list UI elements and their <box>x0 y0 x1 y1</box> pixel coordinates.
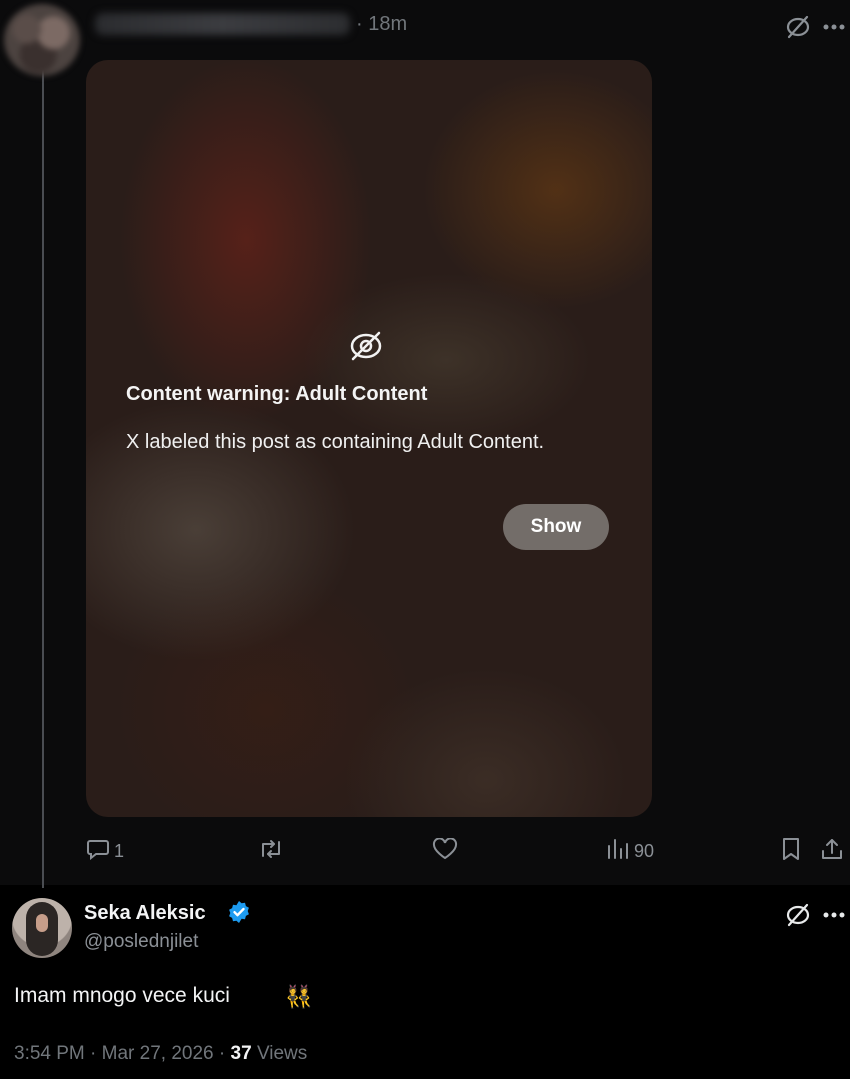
more-icon[interactable] <box>822 15 846 39</box>
dancers-emoji: 👯 <box>285 984 313 1009</box>
like-button[interactable] <box>432 836 458 865</box>
reply-author-name[interactable]: Seka Aleksic <box>84 902 206 925</box>
bookmark-button[interactable] <box>780 837 802 866</box>
reply-author-avatar[interactable] <box>12 898 72 958</box>
author-avatar-blurred[interactable] <box>4 4 80 76</box>
meta-separator: · <box>90 1043 97 1064</box>
share-button[interactable] <box>820 838 844 864</box>
top-post: · 18m Content warning: Adult Content X l… <box>0 0 850 888</box>
views-count: 90 <box>634 840 655 861</box>
retweet-icon <box>258 838 284 865</box>
views-icon <box>606 838 630 865</box>
post-date[interactable]: Mar 27, 2026 <box>102 1043 214 1064</box>
retweet-button[interactable] <box>258 838 284 864</box>
like-icon <box>432 836 458 865</box>
content-warning-title: Content warning: Adult Content <box>126 383 428 405</box>
content-warning-description: X labeled this post as containing Adult … <box>126 431 545 453</box>
reply-text: Imam mnogo vece kuci <box>14 984 230 1007</box>
share-icon <box>820 837 844 866</box>
reply-button[interactable]: 1 <box>86 838 124 864</box>
reply-count: 1 <box>114 840 125 861</box>
eye-slash-icon[interactable] <box>784 903 812 927</box>
meta-separator: · <box>218 1043 226 1064</box>
eye-slash-icon[interactable] <box>784 15 812 39</box>
post-metadata: 3:54 PM · Mar 27, 2026 · 37 Views <box>14 1043 307 1065</box>
show-media-button[interactable]: Show <box>503 504 609 550</box>
reply-author-handle[interactable]: @poslednjilet <box>84 931 198 953</box>
bookmark-icon <box>780 837 802 866</box>
author-name-blurred[interactable] <box>95 13 350 35</box>
post-views-label: Views <box>256 1043 308 1064</box>
views-button[interactable]: 90 <box>606 838 654 864</box>
more-icon[interactable] <box>822 903 846 927</box>
post-views-count: 37 <box>230 1043 252 1064</box>
avatar-photo-face <box>36 914 48 932</box>
post-timestamp[interactable]: · 18m <box>356 13 407 36</box>
reply-icon <box>86 838 110 865</box>
sensitive-media[interactable]: Content warning: Adult Content X labeled… <box>86 60 652 817</box>
post-time[interactable]: 3:54 PM <box>14 1043 85 1064</box>
hidden-content-icon <box>348 330 384 367</box>
verified-badge-icon[interactable] <box>227 900 251 929</box>
thread-line <box>42 70 44 888</box>
